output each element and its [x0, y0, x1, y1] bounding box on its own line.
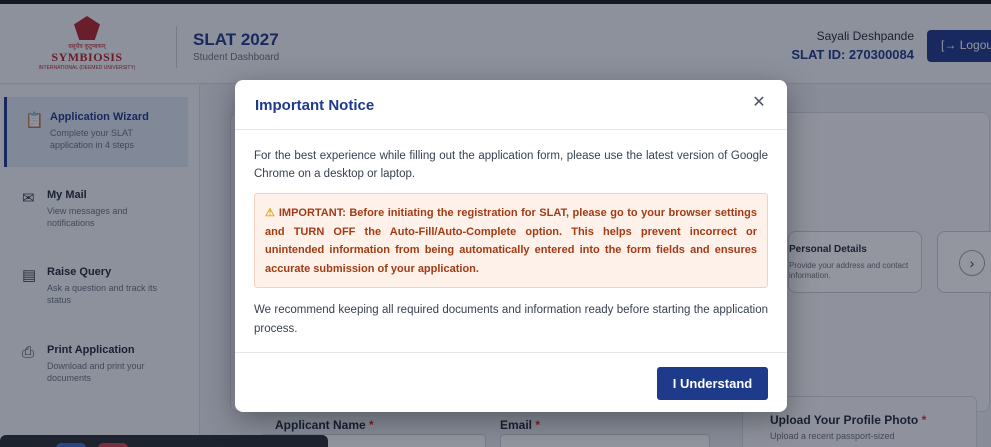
close-icon[interactable]: ✕	[750, 94, 768, 112]
modal-body: For the best experience while filling ou…	[254, 147, 768, 339]
notice-intro: For the best experience while filling ou…	[254, 150, 768, 180]
warning-paragraph: ⚠ IMPORTANT: Before initiating the regis…	[265, 204, 757, 278]
modal-title: Important Notice	[255, 97, 375, 114]
warning-box: ⚠ IMPORTANT: Before initiating the regis…	[254, 193, 768, 288]
warning-text: IMPORTANT: Before initiating the registr…	[265, 207, 757, 275]
i-understand-button[interactable]: I Understand	[657, 367, 768, 400]
warning-icon: ⚠	[265, 207, 276, 219]
important-notice-modal: Important Notice ✕ For the best experien…	[235, 80, 787, 412]
recommend-text: We recommend keeping all required docume…	[254, 304, 768, 335]
modal-footer: I Understand	[235, 352, 787, 412]
modal-header: Important Notice ✕	[235, 80, 787, 130]
